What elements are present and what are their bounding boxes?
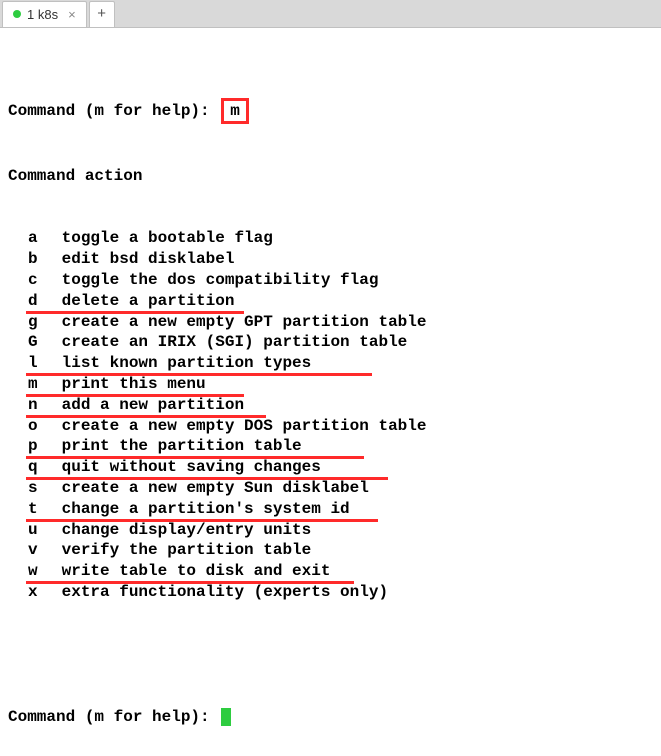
menu-key: b <box>8 249 38 270</box>
menu-key: t <box>8 499 38 520</box>
menu-key: x <box>8 582 38 603</box>
typed-input-highlight: m <box>221 98 249 125</box>
tab-label: 1 k8s <box>27 7 58 22</box>
menu-header: Command action <box>8 166 653 187</box>
menu-key: q <box>8 457 38 478</box>
menu-key: a <box>8 228 38 249</box>
menu-key: v <box>8 540 38 561</box>
menu-text: toggle the dos compatibility flag <box>62 271 379 289</box>
menu-key: d <box>8 291 38 312</box>
menu-text: create a new empty Sun disklabel <box>62 479 369 497</box>
menu-key: s <box>8 478 38 499</box>
menu-row: t change a partition's system id <box>8 499 653 520</box>
menu-row: l list known partition types <box>8 353 653 374</box>
tab-bar: 1 k8s × + <box>0 0 661 28</box>
command-menu: a toggle a bootable flag b edit bsd disklab… <box>8 228 653 602</box>
menu-row: q quit without saving changes <box>8 457 653 478</box>
menu-key: m <box>8 374 38 395</box>
menu-row: n add a new partition <box>8 395 653 416</box>
menu-row: m print this menu <box>8 374 653 395</box>
menu-key: n <box>8 395 38 416</box>
command-prompt-row: Command (m for help): m <box>8 98 653 125</box>
menu-text: change a partition's system id <box>62 500 350 518</box>
prompt-text: Command (m for help): <box>8 708 219 726</box>
menu-row: d delete a partition <box>8 291 653 312</box>
tab-active[interactable]: 1 k8s × <box>2 1 87 27</box>
menu-key: c <box>8 270 38 291</box>
menu-row: o create a new empty DOS partition table <box>8 416 653 437</box>
menu-row: b edit bsd disklabel <box>8 249 653 270</box>
menu-text: edit bsd disklabel <box>62 250 235 268</box>
prompt-text: Command (m for help): <box>8 102 219 120</box>
menu-text: write table to disk and exit <box>62 562 331 580</box>
menu-key: g <box>8 312 38 333</box>
new-tab-button[interactable]: + <box>89 1 115 27</box>
menu-text: verify the partition table <box>62 541 312 559</box>
terminal-output[interactable]: Command (m for help): m Command action a… <box>0 28 661 756</box>
menu-text: add a new partition <box>62 396 244 414</box>
menu-row: Gcreate an IRIX (SGI) partition table <box>8 332 653 353</box>
menu-text: toggle a bootable flag <box>62 229 273 247</box>
menu-text: extra functionality (experts only) <box>62 583 388 601</box>
command-prompt-row: Command (m for help): <box>8 707 653 728</box>
menu-key: G <box>8 332 38 353</box>
menu-text: list known partition types <box>62 354 312 372</box>
menu-row: x extra functionality (experts only) <box>8 582 653 603</box>
cursor-block-icon <box>221 708 231 726</box>
menu-row: s create a new empty Sun disklabel <box>8 478 653 499</box>
menu-row: g create a new empty GPT partition table <box>8 312 653 333</box>
menu-text: delete a partition <box>62 292 235 310</box>
menu-row: u change display/entry units <box>8 520 653 541</box>
menu-key: u <box>8 520 38 541</box>
menu-row: c toggle the dos compatibility flag <box>8 270 653 291</box>
menu-text: print the partition table <box>62 437 302 455</box>
menu-text: create a new empty GPT partition table <box>62 313 427 331</box>
menu-key: p <box>8 436 38 457</box>
close-icon[interactable]: × <box>68 7 76 22</box>
menu-text: quit without saving changes <box>62 458 321 476</box>
plus-icon: + <box>97 6 106 23</box>
menu-text: create an IRIX (SGI) partition table <box>62 333 408 351</box>
menu-text: create a new empty DOS partition table <box>62 417 427 435</box>
menu-row: v verify the partition table <box>8 540 653 561</box>
blank-line <box>8 644 653 665</box>
menu-key: o <box>8 416 38 437</box>
menu-text: change display/entry units <box>62 521 312 539</box>
status-dot-icon <box>13 10 21 18</box>
menu-text: print this menu <box>62 375 206 393</box>
menu-key: l <box>8 353 38 374</box>
menu-row: p print the partition table <box>8 436 653 457</box>
menu-row: a toggle a bootable flag <box>8 228 653 249</box>
